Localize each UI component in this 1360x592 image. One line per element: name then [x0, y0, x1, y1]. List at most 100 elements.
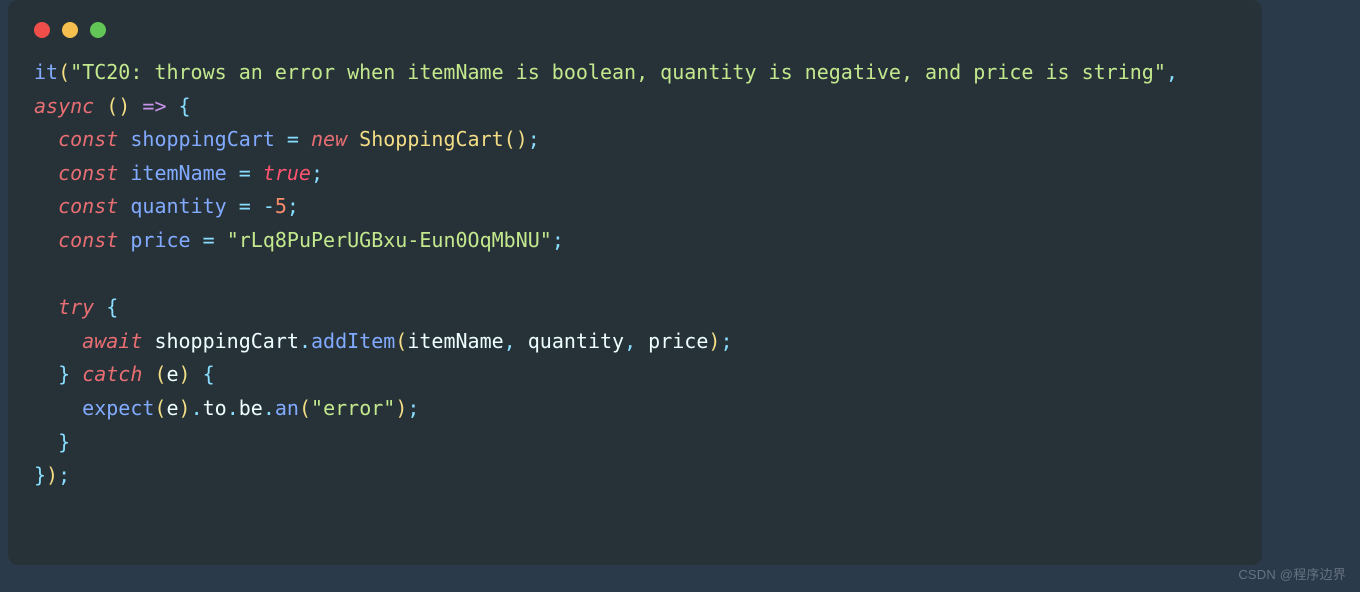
quote-open-3: " — [311, 396, 323, 420]
expect-close: ) — [179, 396, 191, 420]
kw-await: await — [82, 329, 142, 353]
quote-close-2: " — [540, 228, 552, 252]
var-quantity: quantity — [130, 194, 226, 218]
str-price: rLq8PuPerUGBxu-Eun0OqMbNU — [239, 228, 540, 252]
minimize-icon[interactable] — [62, 22, 78, 38]
minus: - — [263, 194, 275, 218]
indent — [34, 161, 58, 185]
dot-4: . — [263, 396, 275, 420]
space — [347, 127, 359, 151]
code-window: it("TC20: throws an error when itemName … — [8, 0, 1262, 565]
semi-2: ; — [311, 161, 323, 185]
arg-quantity: quantity — [528, 329, 624, 353]
eq-1: = — [275, 127, 311, 151]
space — [118, 161, 130, 185]
args-close: ) — [708, 329, 720, 353]
quote-open-2: " — [227, 228, 239, 252]
brace-open-2: { — [106, 295, 118, 319]
indent — [34, 329, 82, 353]
brace-open-3: { — [203, 362, 215, 386]
space — [70, 362, 82, 386]
close-icon[interactable] — [34, 22, 50, 38]
class-ShoppingCart: ShoppingCart — [359, 127, 504, 151]
arg-price: price — [648, 329, 708, 353]
eq-3: = — [227, 194, 263, 218]
brace-close-1: } — [58, 362, 70, 386]
brace-close-2: } — [58, 430, 70, 454]
fn-it: it — [34, 60, 58, 84]
an-close: ) — [395, 396, 407, 420]
bool-true: true — [263, 161, 311, 185]
space — [94, 94, 106, 118]
comma: , — [1166, 60, 1190, 84]
kw-try: try — [58, 295, 94, 319]
var-shoppingCart: shoppingCart — [130, 127, 275, 151]
quote-open: " — [70, 60, 82, 84]
fn-expect: expect — [82, 396, 154, 420]
empty-parens: () — [106, 94, 130, 118]
semi-3: ; — [287, 194, 299, 218]
semi-4: ; — [552, 228, 564, 252]
arrow: => — [130, 94, 178, 118]
fn-addItem: addItem — [311, 329, 395, 353]
var-price: price — [130, 228, 190, 252]
semi-5: ; — [720, 329, 732, 353]
space — [118, 127, 130, 151]
var-itemName: itemName — [130, 161, 226, 185]
paren-open: ( — [58, 60, 70, 84]
dot-2: . — [191, 396, 203, 420]
eq-4: = — [191, 228, 227, 252]
indent — [34, 362, 58, 386]
indent — [34, 295, 58, 319]
expect-arg-e: e — [166, 396, 178, 420]
kw-catch: catch — [82, 362, 142, 386]
indent — [34, 127, 58, 151]
dot-3: . — [227, 396, 239, 420]
call-parens-1: () — [504, 127, 528, 151]
window-traffic-lights — [34, 22, 1236, 38]
ref-shoppingCart: shoppingCart — [154, 329, 299, 353]
semi-1: ; — [528, 127, 540, 151]
fn-an: an — [275, 396, 299, 420]
kw-const-3: const — [58, 194, 118, 218]
kw-async: async — [34, 94, 94, 118]
args-open: ( — [395, 329, 407, 353]
comma-2: , — [504, 329, 528, 353]
indent — [34, 396, 82, 420]
code-block: it("TC20: throws an error when itemName … — [34, 56, 1236, 493]
eq-2: = — [227, 161, 263, 185]
semi-6: ; — [407, 396, 419, 420]
paren-close-final: ) — [46, 463, 58, 487]
indent — [34, 430, 58, 454]
expect-open: ( — [154, 396, 166, 420]
kw-const-2: const — [58, 161, 118, 185]
prop-be: be — [239, 396, 263, 420]
watermark-text: CSDN @程序边界 — [1238, 564, 1346, 586]
space — [118, 228, 130, 252]
brace-close-3: } — [34, 463, 46, 487]
space — [142, 329, 154, 353]
kw-new: new — [311, 127, 347, 151]
str-error: error — [323, 396, 383, 420]
catch-var-e: e — [167, 362, 179, 386]
indent — [34, 228, 58, 252]
quote-close: " — [1154, 60, 1166, 84]
comma-3: , — [624, 329, 648, 353]
catch-open: ( — [142, 362, 166, 386]
quote-close-3: " — [383, 396, 395, 420]
space — [118, 194, 130, 218]
test-name-string: TC20: throws an error when itemName is b… — [82, 60, 1154, 84]
arg-itemName: itemName — [407, 329, 503, 353]
semi-final: ; — [58, 463, 70, 487]
an-open: ( — [299, 396, 311, 420]
brace-open: { — [179, 94, 191, 118]
dot-1: . — [299, 329, 311, 353]
maximize-icon[interactable] — [90, 22, 106, 38]
prop-to: to — [203, 396, 227, 420]
indent — [34, 194, 58, 218]
catch-close: ) — [179, 362, 203, 386]
kw-const-4: const — [58, 228, 118, 252]
num-5: 5 — [275, 194, 287, 218]
kw-const-1: const — [58, 127, 118, 151]
space — [94, 295, 106, 319]
